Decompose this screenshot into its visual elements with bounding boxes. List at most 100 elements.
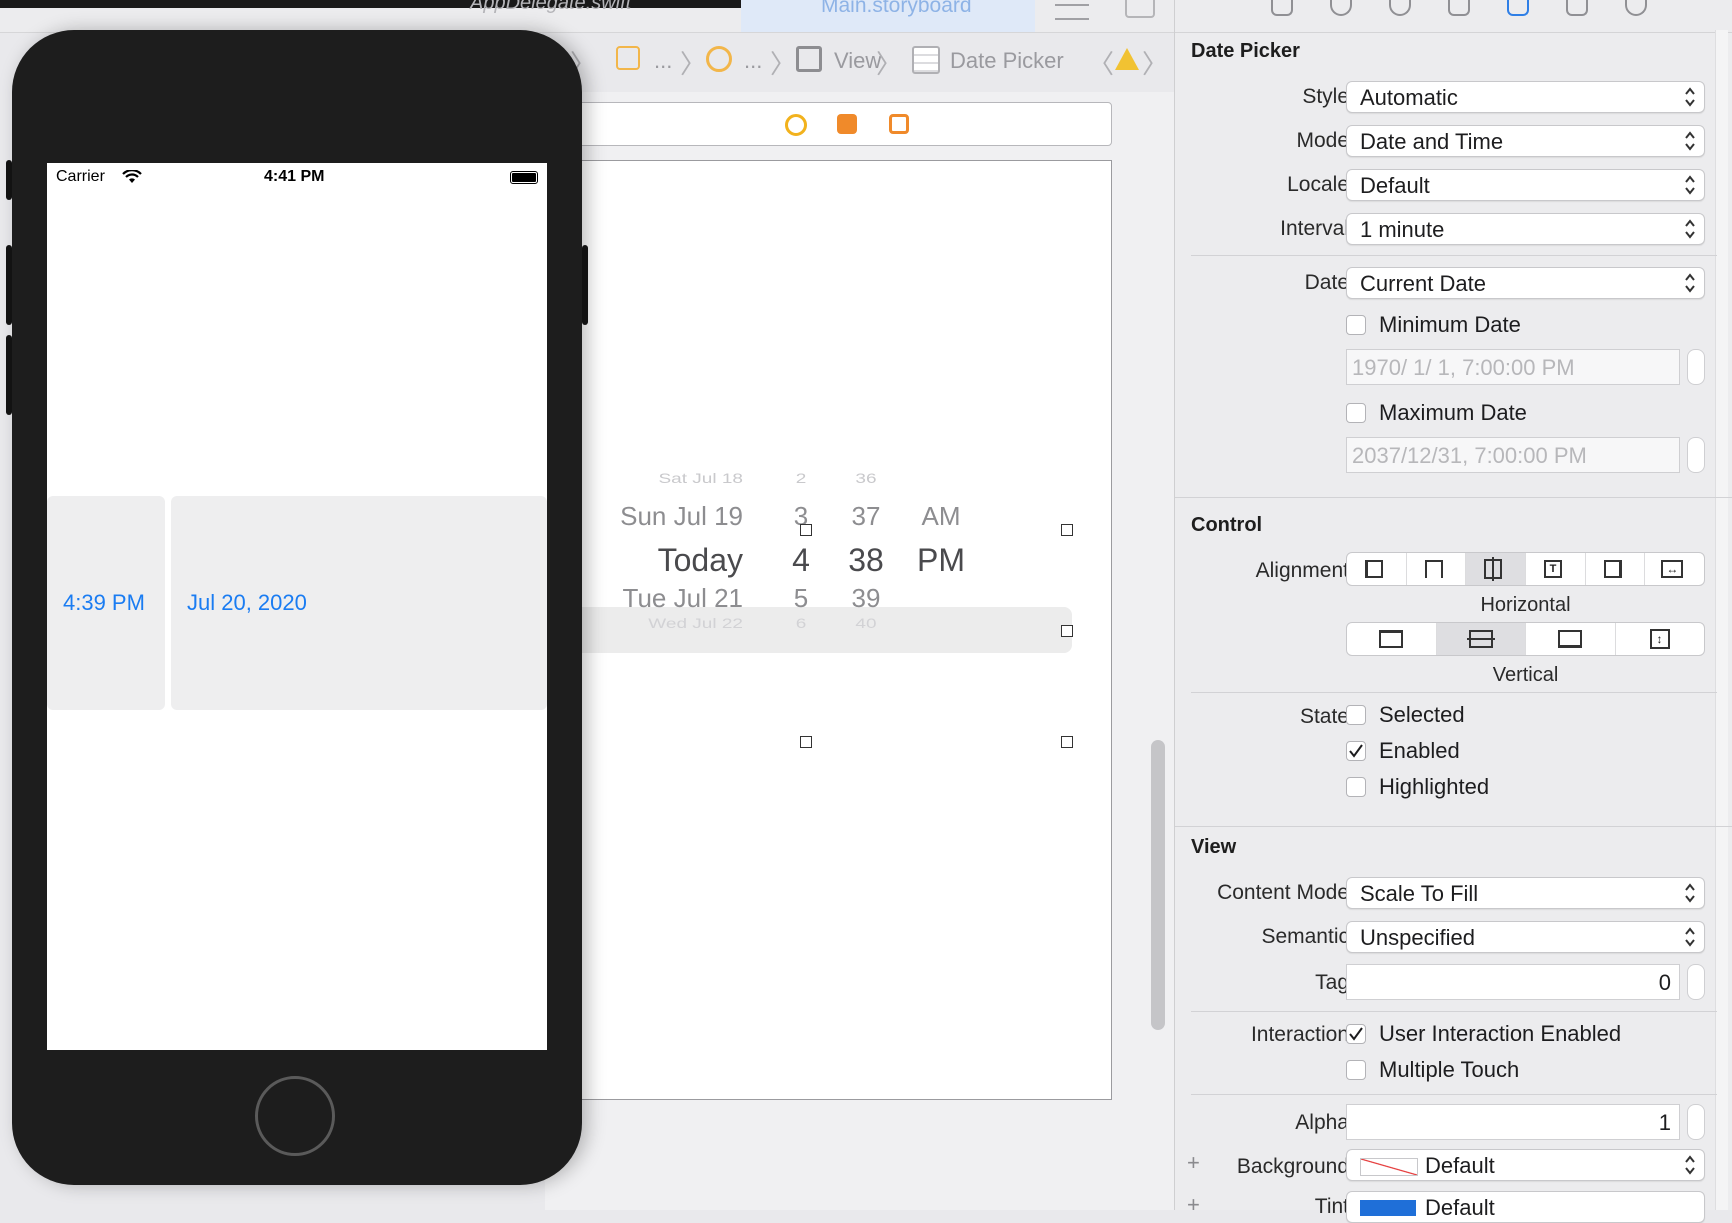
content-mode-popup[interactable]: Scale To Fill [1346,877,1705,909]
tab-appdelegate[interactable]: AppDelegate.swift [470,0,631,26]
selected-checkbox[interactable] [1346,705,1366,725]
maximum-date-field[interactable]: 2037/12/31, 7:00:00 PM [1346,437,1680,473]
minimum-date-value: 1970/ 1/ 1, 7:00:00 PM [1352,355,1575,380]
history-inspector-icon[interactable] [1330,0,1352,16]
align-text-icon[interactable]: T [1526,553,1586,585]
background-value: Default [1425,1153,1495,1178]
wheel-hour-cell: 5 [793,583,809,613]
tint-value: Default [1425,1195,1495,1220]
wheel-hour-cell: 4 [792,542,810,578]
add-variation-icon[interactable]: + [1187,1192,1200,1218]
align-center-v-icon[interactable] [1436,623,1526,655]
align-right-icon[interactable] [1586,553,1646,585]
breadcrumb-ellipsis-1[interactable]: ... [654,48,672,74]
resize-handle[interactable] [800,736,812,748]
alpha-stepper[interactable] [1687,1104,1705,1140]
popup-arrows-icon [1685,175,1695,195]
attributes-inspector: Date Picker Style Automatic Mode Date an… [1174,0,1732,1223]
tab-main-storyboard[interactable]: Main.storyboard [741,0,1035,32]
style-popup[interactable]: Automatic [1346,81,1705,113]
date-picker-icon[interactable] [912,46,940,74]
warning-icon[interactable] [1115,48,1139,70]
resize-handle[interactable] [1061,625,1073,637]
align-stretch-v-icon[interactable]: ↕ [1616,623,1705,655]
scene-view[interactable]: Sat Jul 18 2 36 Sun Jul 19 3 37 AM Today 4 38 PM Tu… [541,160,1112,1100]
style-value: Automatic [1360,85,1458,110]
interaction-label: Interaction [1250,1023,1349,1046]
storyboard-canvas[interactable]: Sat Jul 18 2 36 Sun Jul 19 3 37 AM Today 4 38 PM Tu… [541,92,1174,1210]
locale-popup[interactable]: Default [1346,169,1705,201]
maximum-date-checkbox[interactable] [1346,403,1366,423]
date-picker-pill[interactable]: Jul 20, 2020 [171,496,547,710]
file-inspector-icon[interactable] [1271,0,1293,16]
tint-popup[interactable]: Default [1346,1191,1705,1223]
identity-inspector-icon[interactable] [1448,0,1470,16]
volume-up-button [6,245,12,325]
breadcrumb-view[interactable]: View [834,48,881,74]
view-controller-icon[interactable] [706,46,732,72]
align-stretch-h-icon[interactable]: ↔ [1645,553,1704,585]
inspector-scrollbar-track[interactable] [1715,30,1728,1210]
breadcrumb-date-picker[interactable]: Date Picker [950,48,1064,74]
background-popup[interactable]: Default [1346,1149,1705,1181]
wifi-icon [122,169,142,184]
vertical-alignment-control[interactable]: ↕ [1346,622,1705,656]
canvas-scrollbar[interactable] [1151,740,1165,1030]
minimum-date-stepper[interactable] [1687,349,1705,385]
view-controller-icon[interactable] [785,114,807,136]
exit-icon[interactable] [889,114,909,134]
maximum-date-label: Maximum Date [1379,400,1527,425]
attributes-inspector-icon[interactable] [1507,0,1529,16]
add-variation-icon[interactable]: + [1187,1150,1200,1176]
highlighted-checkbox[interactable] [1346,777,1366,797]
first-responder-icon[interactable] [837,114,857,134]
align-fill-h-icon[interactable] [1466,553,1527,585]
maximum-date-stepper[interactable] [1687,437,1705,473]
interval-label: Interval [1280,217,1349,240]
chevron-left-icon[interactable]: 〈 [1088,44,1114,81]
user-interaction-checkbox[interactable] [1346,1024,1366,1044]
mode-popup[interactable]: Date and Time [1346,125,1705,157]
help-inspector-icon[interactable] [1389,0,1411,16]
wheel-minute-cell: 37 [851,501,881,531]
resize-handle[interactable] [800,524,812,536]
enabled-checkbox[interactable] [1346,741,1366,761]
semantic-popup[interactable]: Unspecified [1346,921,1705,953]
time-picker-pill[interactable]: 4:39 PM [47,496,165,710]
chevron-right-icon[interactable]: 〉 [1142,44,1168,81]
editor-options-icon[interactable] [1055,4,1089,20]
connections-inspector-icon[interactable] [1625,0,1647,16]
align-bottom-icon[interactable] [1526,623,1616,655]
size-inspector-icon[interactable] [1566,0,1588,16]
add-editor-icon[interactable] [1125,0,1155,18]
view-icon[interactable] [796,46,822,72]
home-button[interactable] [255,1076,335,1156]
breadcrumb-ellipsis-2[interactable]: ... [744,48,762,74]
chevron-right-icon: 〉 [680,49,707,79]
resize-handle[interactable] [1061,524,1073,536]
resize-handle[interactable] [1061,736,1073,748]
simulator-screen[interactable]: Carrier 4:41 PM 4:39 PM Jul 20, 2020 [47,163,547,1050]
semantic-value: Unspecified [1360,925,1475,950]
interval-popup[interactable]: 1 minute [1346,213,1705,245]
minimum-date-checkbox[interactable] [1346,315,1366,335]
tag-stepper[interactable] [1687,964,1705,1000]
align-top-icon[interactable] [1347,623,1437,655]
tag-value: 0 [1658,970,1671,995]
scene-dock[interactable] [545,102,1112,146]
minimum-date-field[interactable]: 1970/ 1/ 1, 7:00:00 PM [1346,349,1680,385]
section-title-control: Control [1191,514,1263,536]
date-popup[interactable]: Current Date [1346,267,1705,299]
wheel-minute-cell: 36 [855,470,877,487]
alpha-field[interactable]: 1 [1346,1104,1680,1140]
scene-icon[interactable] [616,46,640,70]
separator [1191,692,1717,693]
popup-arrows-icon [1685,131,1695,151]
style-label: Style [1302,85,1349,108]
align-left-icon[interactable] [1347,553,1407,585]
tag-field[interactable]: 0 [1346,964,1680,1000]
align-center-h-icon[interactable] [1407,553,1467,585]
maximum-date-value: 2037/12/31, 7:00:00 PM [1352,443,1587,468]
multiple-touch-checkbox[interactable] [1346,1060,1366,1080]
horizontal-alignment-control[interactable]: T ↔ [1346,552,1705,586]
